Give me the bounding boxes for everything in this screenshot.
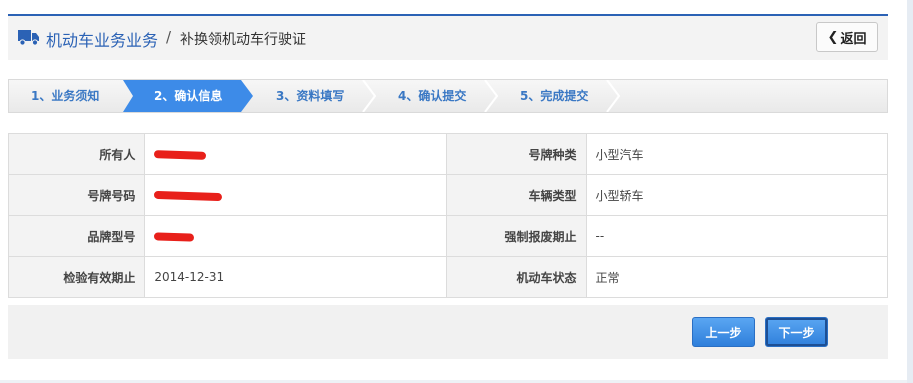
owner-value — [144, 133, 448, 175]
step-4-label: 4、确认提交 — [398, 89, 467, 103]
redaction-mark — [154, 149, 207, 160]
plate-number-label: 号牌号码 — [7, 174, 146, 216]
window-edge — [907, 0, 913, 383]
next-step-button[interactable]: 下一步 — [765, 317, 828, 347]
step-4: 4、确认提交 — [367, 80, 498, 112]
vehicle-type-label: 车辆类型 — [446, 174, 587, 216]
owner-label: 所有人 — [7, 133, 146, 175]
redaction-mark — [154, 231, 195, 242]
inspection-expiry-value: 2014-12-31 — [144, 256, 448, 298]
brand-model-label: 品牌型号 — [7, 215, 146, 257]
table-row: 检验有效期止 2014-12-31 机动车状态 正常 — [7, 256, 889, 298]
previous-step-button[interactable]: 上一步 — [692, 317, 755, 347]
step-1-label: 1、业务须知 — [31, 89, 100, 103]
plate-type-label: 号牌种类 — [446, 133, 587, 175]
action-bar: 上一步 下一步 — [8, 305, 888, 359]
table-row: 品牌型号 强制报废期止 -- — [7, 215, 889, 257]
chevron-left-icon: ❮ — [827, 29, 839, 45]
step-5-label: 5、完成提交 — [520, 89, 589, 103]
breadcrumb-separator: / — [166, 28, 172, 46]
vehicle-status-label: 机动车状态 — [446, 256, 587, 298]
step-2-label: 2、确认信息 — [154, 89, 223, 103]
vehicle-type-value: 小型轿车 — [585, 174, 889, 216]
brand-model-value — [144, 215, 448, 257]
step-5: 5、完成提交 — [489, 80, 620, 112]
vehicle-info-table: 所有人 号牌种类 小型汽车 号牌号码 车辆类型 小型轿车 品牌型号 强制报废期止… — [7, 133, 889, 298]
inspection-expiry-label: 检验有效期止 — [7, 256, 146, 298]
back-button[interactable]: ❮ 返回 — [816, 22, 878, 52]
step-1: 1、业务须知 — [9, 80, 131, 112]
plate-number-value — [144, 174, 448, 216]
page-title: 机动车业务业务 — [46, 31, 159, 50]
step-3-label: 3、资料填写 — [276, 89, 345, 103]
table-row: 号牌号码 车辆类型 小型轿车 — [7, 174, 889, 216]
page-subtitle: 补换领机动车行驶证 — [180, 32, 306, 48]
page-header: 机动车业务业务 / 补换领机动车行驶证 ❮ 返回 — [8, 14, 888, 60]
truck-icon — [18, 30, 39, 46]
redaction-mark — [154, 190, 223, 201]
step-2: 2、确认信息 — [123, 80, 254, 112]
step-progress: 1、业务须知 2、确认信息 3、资料填写 4、确认提交 5、完成提交 — [8, 79, 888, 113]
step-3: 3、资料填写 — [245, 80, 376, 112]
back-button-label: 返回 — [840, 31, 867, 47]
scrap-deadline-value: -- — [585, 215, 889, 257]
plate-type-value: 小型汽车 — [585, 133, 889, 175]
main-panel: 机动车业务业务 / 补换领机动车行驶证 ❮ 返回 1、业务须知 2、确认信息 3… — [0, 0, 907, 380]
scrap-deadline-label: 强制报废期止 — [446, 215, 587, 257]
vehicle-status-value: 正常 — [585, 256, 889, 298]
table-row: 所有人 号牌种类 小型汽车 — [7, 133, 889, 175]
